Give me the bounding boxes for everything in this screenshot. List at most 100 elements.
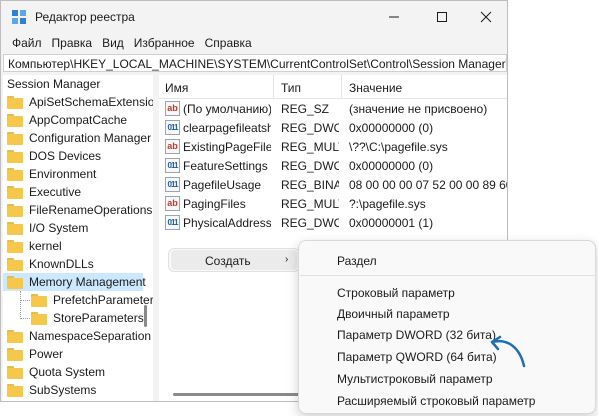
- tree-item[interactable]: AppCompatCache: [7, 111, 127, 129]
- tree-item-label: Power: [29, 347, 64, 361]
- context-menu: Создать ›: [168, 248, 300, 272]
- tree-item-label: ApiSetSchemaExtensions: [29, 95, 153, 109]
- list-row[interactable]: ab PagingFiles REG_MULTI_SZ ?:\pagefile.…: [159, 194, 507, 213]
- string-value-icon: ab: [165, 196, 180, 211]
- tree-item-label: I/O System: [29, 221, 89, 235]
- tree-item-label: Executive: [29, 185, 82, 199]
- string-value-icon: ab: [165, 139, 180, 154]
- tree-item[interactable]: KnownDLLs: [7, 255, 94, 273]
- create-submenu: Раздел Строковый параметр Двоичный парам…: [298, 240, 596, 414]
- menu-view[interactable]: Вид: [97, 33, 129, 53]
- create-label: Создать: [205, 254, 251, 268]
- tree-item[interactable]: Power: [7, 345, 63, 363]
- value-data: ?:\pagefile.sys: [349, 197, 426, 211]
- context-menu-create[interactable]: Создать ›: [171, 250, 297, 270]
- tree-connector: [20, 300, 30, 301]
- title-bar[interactable]: Редактор реестра: [1, 1, 507, 33]
- tree-item[interactable]: I/O System: [7, 219, 88, 237]
- value-name: PagefileUsage: [183, 178, 262, 192]
- list-row[interactable]: ab ExistingPageFiles REG_MULTI_SZ \??\C:…: [159, 137, 507, 156]
- folder-icon: [7, 275, 23, 289]
- submenu-item-qword[interactable]: Параметр QWORD (64 бита): [337, 350, 497, 364]
- folder-icon: [7, 167, 23, 181]
- tree-item-label: Environment: [29, 167, 97, 181]
- list-row[interactable]: 011 FeatureSettings REG_DWORD 0x00000000…: [159, 156, 507, 175]
- tree-item-label: StoreParameters: [53, 311, 144, 325]
- tree-item[interactable]: ApiSetSchemaExtensions: [7, 93, 153, 111]
- maximize-icon: [437, 12, 447, 22]
- value-type: REG_DWORD: [281, 216, 339, 230]
- folder-icon: [7, 185, 23, 199]
- tree-item-child[interactable]: PrefetchParameters: [31, 291, 153, 309]
- tree-item-child[interactable]: StoreParameters: [31, 309, 144, 327]
- folder-icon: [7, 131, 23, 145]
- submenu-item-string[interactable]: Строковый параметр: [337, 286, 455, 300]
- menu-file[interactable]: Файл: [7, 33, 47, 53]
- tree-connector: [20, 318, 30, 319]
- list-row[interactable]: 011 clearpagefileatshutdown REG_DWORD 0x…: [159, 118, 507, 137]
- column-type[interactable]: Тип: [281, 81, 301, 95]
- value-data: 08 00 00 00 07 52 00 00 89 60 00: [349, 178, 507, 192]
- tree-item-label: NamespaceSeparation: [29, 329, 152, 343]
- value-data: 0x00000001 (1): [349, 216, 434, 230]
- tree-item[interactable]: Quota System: [7, 363, 105, 381]
- folder-icon: [7, 95, 23, 109]
- value-name: FeatureSettings: [183, 159, 268, 173]
- column-name[interactable]: Имя: [165, 81, 188, 95]
- tree-item[interactable]: NamespaceSeparation: [7, 327, 151, 345]
- submenu-item-binary[interactable]: Двоичный параметр: [337, 307, 450, 321]
- folder-icon: [31, 311, 47, 325]
- submenu-item-dword[interactable]: Параметр DWORD (32 бита): [337, 328, 496, 342]
- tree-item-memory-management[interactable]: Memory Management: [3, 273, 146, 291]
- column-value[interactable]: Значение: [349, 81, 402, 95]
- value-type: REG_MULTI_SZ: [281, 197, 339, 211]
- folder-icon: [7, 239, 23, 253]
- binary-value-icon: 011: [165, 158, 180, 173]
- value-type: REG_MULTI_SZ: [281, 140, 339, 154]
- tree-item-label: AppCompatCache: [29, 113, 128, 127]
- submenu-item-key[interactable]: Раздел: [337, 254, 377, 268]
- tree-item-session-manager[interactable]: Session Manager: [7, 75, 100, 93]
- folder-icon: [7, 383, 23, 397]
- list-row[interactable]: ab (По умолчанию) REG_SZ (значение не пр…: [159, 99, 507, 118]
- address-bar[interactable]: Компьютер\HKEY_LOCAL_MACHINE\SYSTEM\Curr…: [3, 54, 507, 72]
- folder-icon: [7, 221, 23, 235]
- tree-item-label: kernel: [29, 239, 62, 253]
- binary-value-icon: 011: [165, 177, 180, 192]
- maximize-button[interactable]: [419, 1, 465, 33]
- value-data: 0x00000000 (0): [349, 121, 434, 135]
- submenu-item-expandable-string[interactable]: Расширяемый строковый параметр: [337, 394, 535, 408]
- value-name: PagingFiles: [183, 197, 246, 211]
- tree-item-label: Session Manager: [7, 77, 101, 91]
- registry-editor-app-icon: [12, 10, 26, 24]
- submenu-divider: [300, 275, 596, 276]
- menu-edit[interactable]: Правка: [47, 33, 98, 53]
- value-type: REG_DWORD: [281, 159, 339, 173]
- value-type: REG_SZ: [281, 102, 330, 116]
- list-header: Имя Тип Значение: [159, 75, 507, 99]
- tree-item[interactable]: kernel: [7, 237, 62, 255]
- list-row[interactable]: 011 PagefileUsage REG_BINARY 08 00 00 00…: [159, 175, 507, 194]
- list-row[interactable]: 011 PhysicalAddressExtension REG_DWORD 0…: [159, 213, 507, 232]
- tree-item-label: PrefetchParameters: [53, 293, 153, 307]
- tree-item-label: Quota System: [29, 365, 106, 379]
- tree-item[interactable]: Environment: [7, 165, 96, 183]
- tree-item[interactable]: FileRenameOperations: [7, 201, 152, 219]
- column-divider[interactable]: [341, 75, 342, 99]
- folder-icon: [7, 113, 23, 127]
- annotation-arrow-icon: [490, 335, 526, 368]
- folder-icon: [7, 329, 23, 343]
- tree-item[interactable]: Executive: [7, 183, 81, 201]
- close-button[interactable]: [463, 1, 507, 33]
- submenu-item-multi-string[interactable]: Мультистроковый параметр: [337, 372, 493, 386]
- tree-item[interactable]: SubSystems: [7, 381, 96, 399]
- tree-scrollbar[interactable]: [144, 305, 147, 327]
- menu-help[interactable]: Справка: [200, 33, 257, 53]
- tree-item[interactable]: Configuration Manager: [7, 129, 151, 147]
- column-divider[interactable]: [273, 75, 274, 99]
- minimize-button[interactable]: [371, 1, 417, 33]
- tree-item[interactable]: DOS Devices: [7, 147, 101, 165]
- window-title: Редактор реестра: [35, 10, 135, 24]
- registry-tree: Session Manager ApiSetSchemaExtensions A…: [3, 75, 153, 401]
- menu-favorites[interactable]: Избранное: [129, 33, 200, 53]
